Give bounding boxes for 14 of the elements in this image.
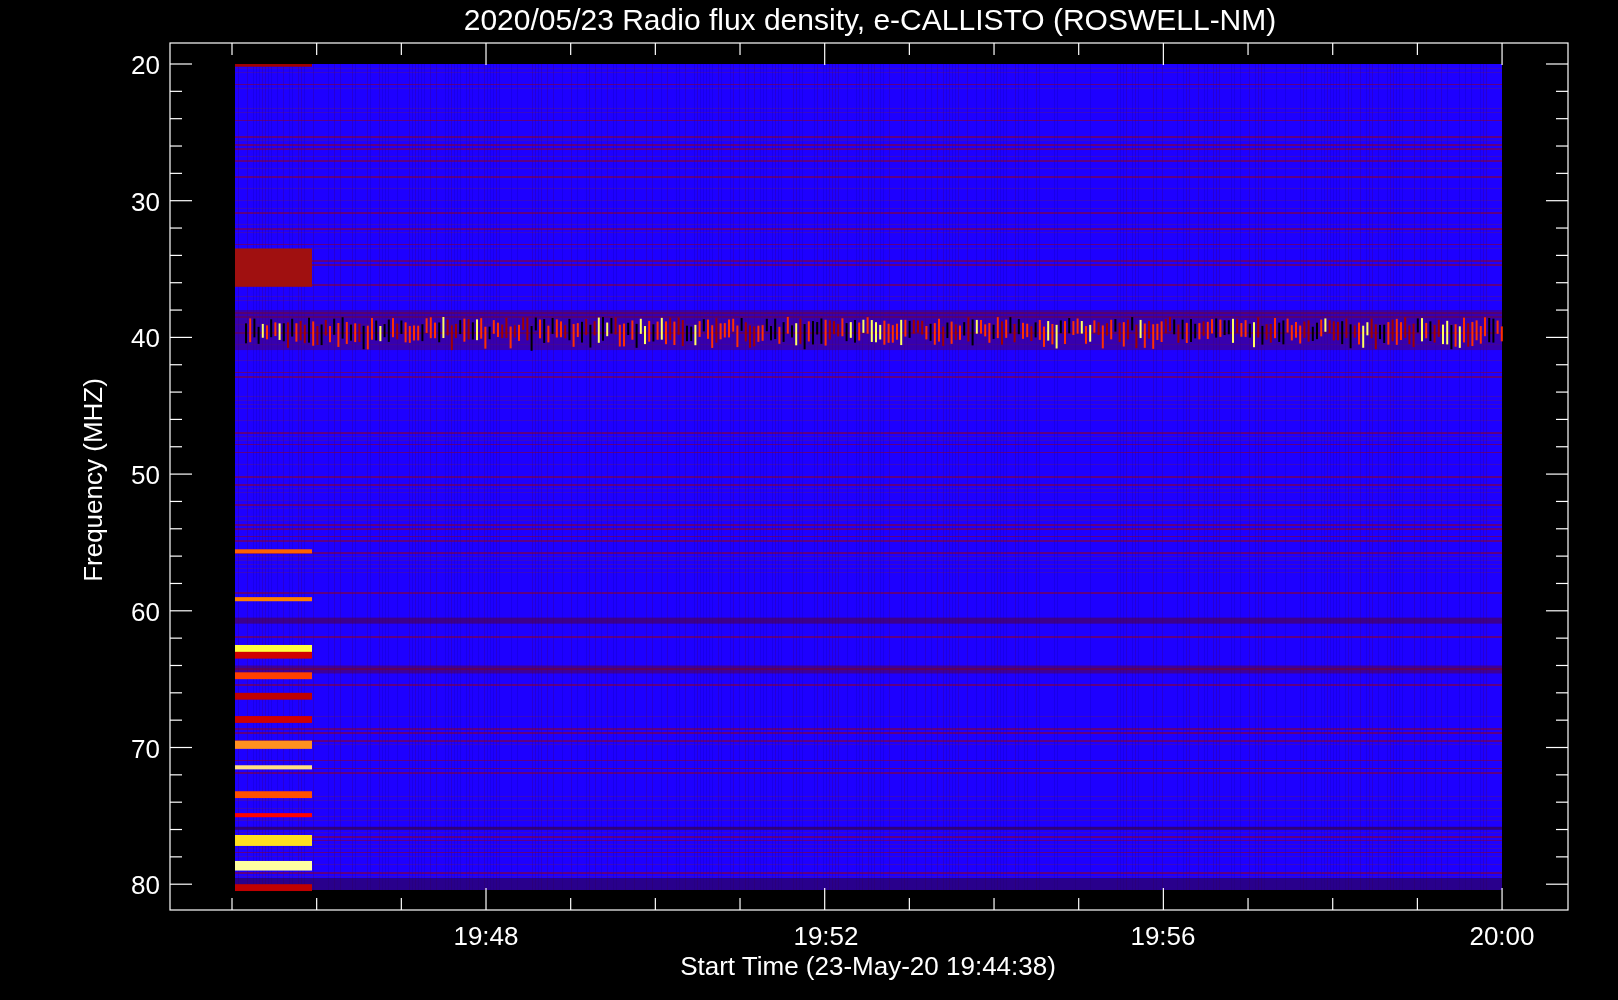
x-tick-label: 19:48	[453, 921, 519, 951]
y-tick-label: 80	[131, 870, 160, 901]
y-tick-label: 20	[131, 50, 160, 80]
y-tick-label: 50	[131, 460, 160, 491]
x-axis-label: Start Time (23-May-20 19:44:38)	[680, 951, 1056, 981]
y-tick-label: 40	[131, 323, 160, 354]
chart-title: 2020/05/23 Radio flux density, e-CALLISTO (ROSWELL-NM)	[463, 3, 1277, 36]
y-axis-label: Frequency (MHZ)	[78, 378, 108, 582]
y-tick-label: 30	[131, 186, 160, 217]
y-tick-label: 60	[131, 596, 160, 627]
x-tick-label: 19:52	[793, 921, 859, 951]
x-tick-label: 20:00	[1469, 921, 1535, 951]
y-tick-label: 70	[131, 733, 160, 764]
x-tick-label: 19:56	[1130, 921, 1196, 951]
